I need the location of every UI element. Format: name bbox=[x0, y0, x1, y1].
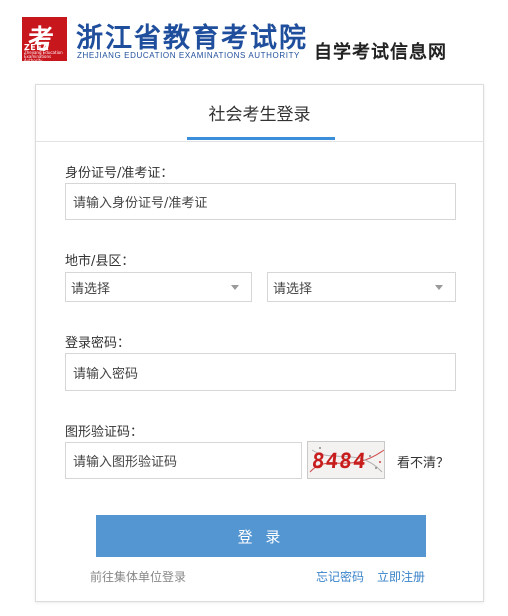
forgot-password-link[interactable]: 忘记密码 bbox=[316, 568, 364, 585]
captcha-label: 图形验证码： bbox=[65, 425, 144, 440]
site-watermark: 自学考试信息网 bbox=[314, 42, 447, 63]
zeea-logo: 考 ZEEA Zhejiang Education Examinations Au… bbox=[22, 17, 67, 63]
password-input[interactable]: 请输入密码 bbox=[65, 353, 456, 391]
county-select[interactable]: 请选择 bbox=[267, 272, 456, 302]
region-label: 地市/县区： bbox=[65, 254, 135, 269]
logo-small-text: Zhejiang Education Examinations Authority bbox=[24, 50, 63, 63]
chevron-down-icon bbox=[435, 285, 443, 290]
register-link[interactable]: 立即注册 bbox=[377, 568, 425, 585]
active-tab-indicator bbox=[187, 137, 335, 140]
county-select-value: 请选择 bbox=[273, 281, 313, 297]
id-label: 身份证号/准考证： bbox=[65, 166, 174, 181]
captcha-refresh-link[interactable]: 看不清？ bbox=[397, 452, 449, 471]
login-button[interactable]: 登 录 bbox=[96, 515, 426, 557]
login-card: 社会考生登录 身份证号/准考证： 请输入身份证号/准考证 地市/县区： 请选择 … bbox=[35, 84, 484, 602]
tab-social-candidate-login[interactable]: 社会考生登录 bbox=[36, 100, 483, 125]
password-label: 登录密码： bbox=[65, 336, 131, 351]
org-name-cn: 浙江省教育考试院 bbox=[76, 23, 308, 54]
captcha-input[interactable]: 请输入图形验证码 bbox=[65, 442, 302, 479]
city-select-value: 请选择 bbox=[71, 281, 111, 297]
id-number-input[interactable]: 请输入身份证号/准考证 bbox=[65, 183, 456, 220]
group-login-link[interactable]: 前往集体单位登录 bbox=[90, 568, 186, 585]
id-number-placeholder: 请输入身份证号/准考证 bbox=[73, 196, 208, 211]
page-header: 考 ZEEA Zhejiang Education Examinations Au… bbox=[0, 0, 508, 78]
captcha-code: 8484 bbox=[310, 449, 368, 473]
captcha-image[interactable]: 8484 bbox=[307, 441, 385, 479]
city-select[interactable]: 请选择 bbox=[65, 272, 252, 302]
login-tab-bar: 社会考生登录 bbox=[36, 85, 483, 142]
org-name-en: ZHEJIANG EDUCATION EXAMINATIONS AUTHORIT… bbox=[77, 51, 300, 60]
chevron-down-icon bbox=[231, 285, 239, 290]
captcha-placeholder: 请输入图形验证码 bbox=[73, 455, 178, 470]
password-placeholder: 请输入密码 bbox=[73, 366, 139, 382]
